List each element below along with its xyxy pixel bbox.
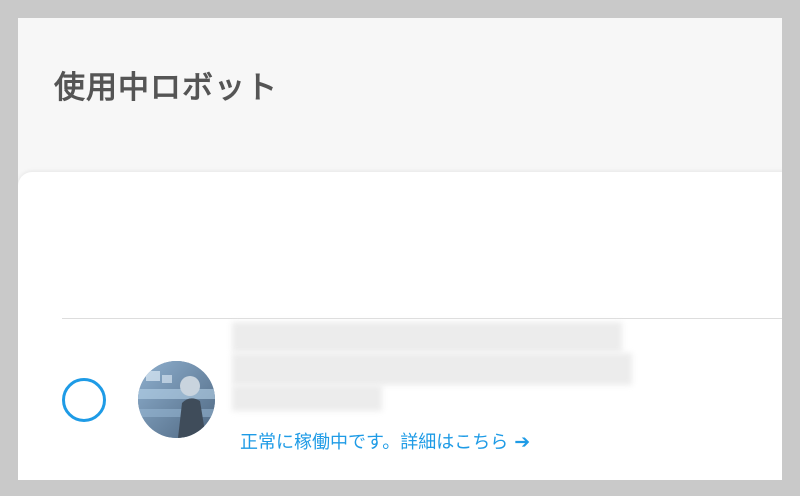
status-text: 正常に稼働中です。 <box>240 432 401 453</box>
details-link[interactable]: 詳細はこちら ➔ <box>400 431 531 453</box>
robot-status: 正常に稼働中です。詳細はこちら ➔ <box>240 429 530 456</box>
robot-row[interactable]: 正常に稼働中です。詳細はこちら ➔ <box>18 319 782 479</box>
robot-avatar-icon <box>138 361 215 438</box>
arrow-right-icon: ➔ <box>514 431 531 453</box>
redacted-robot-detail <box>232 353 632 385</box>
robot-card: 正常に稼働中です。詳細はこちら ➔ <box>18 172 782 480</box>
app-window: 使用中ロボット 正常に稼働中です。詳細はこちら ➔ <box>18 18 782 480</box>
details-link-label: 詳細はこちら <box>400 432 509 453</box>
robot-select-radio[interactable] <box>62 378 106 422</box>
redacted-robot-name <box>232 322 622 352</box>
redacted-robot-meta <box>232 385 382 411</box>
page-title: 使用中ロボット <box>54 70 278 106</box>
